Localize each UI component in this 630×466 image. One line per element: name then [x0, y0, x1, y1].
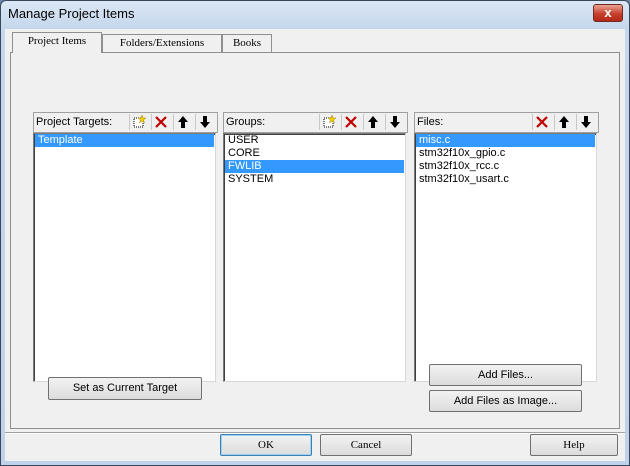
delete-file-button[interactable] [532, 114, 551, 130]
files-label: Files: [417, 116, 444, 128]
move-down-icon [390, 116, 400, 128]
groups-label: Groups: [226, 116, 266, 128]
add-files-button[interactable]: Add Files... [429, 364, 582, 386]
groups-header: Groups: [223, 112, 408, 133]
dialog-window: Manage Project Items x Project Items Fol… [0, 0, 630, 466]
delete-icon [536, 116, 548, 128]
groups-pane: Groups: USER CORE FWLIB SYSTEM [223, 112, 408, 383]
move-file-up-button[interactable] [554, 114, 573, 130]
groups-list[interactable]: USER CORE FWLIB SYSTEM [223, 133, 406, 382]
files-pane: Files: misc.c stm32f10x_gpio.c stm32f10x… [414, 112, 599, 383]
list-item[interactable]: misc.c [416, 134, 595, 147]
list-item[interactable]: FWLIB [225, 160, 404, 173]
move-up-icon [178, 116, 188, 128]
tab-project-items[interactable]: Project Items [12, 32, 102, 53]
tab-label: Project Items [27, 35, 87, 47]
move-target-up-button[interactable] [173, 114, 192, 130]
move-up-icon [559, 116, 569, 128]
project-targets-pane: Project Targets: Template [33, 112, 218, 383]
button-label: Add Files as Image... [453, 395, 558, 407]
files-header: Files: [414, 112, 599, 133]
delete-icon [345, 116, 357, 128]
project-targets-header: Project Targets: [33, 112, 218, 133]
tab-label: Books [232, 37, 262, 49]
move-down-icon [200, 116, 210, 128]
button-label: Cancel [350, 439, 382, 451]
button-label: OK [258, 439, 274, 451]
list-item[interactable]: stm32f10x_rcc.c [416, 160, 595, 173]
move-target-down-button[interactable] [195, 114, 214, 130]
list-item[interactable]: CORE [225, 147, 404, 160]
button-label: Set as Current Target [72, 382, 178, 394]
list-item[interactable]: Template [35, 134, 214, 147]
move-up-icon [368, 116, 378, 128]
tab-label: Folders/Extensions [119, 37, 205, 49]
delete-group-button[interactable] [341, 114, 360, 130]
list-item[interactable]: stm32f10x_gpio.c [416, 147, 595, 160]
close-icon: x [604, 5, 612, 20]
project-targets-list[interactable]: Template [33, 133, 216, 382]
new-item-icon [323, 115, 336, 128]
ok-button[interactable]: OK [220, 434, 312, 456]
new-group-button[interactable] [319, 114, 338, 130]
close-button[interactable]: x [593, 4, 623, 22]
tab-panel-project-items: Project Targets: Template Groups: USER C… [10, 52, 620, 429]
list-item[interactable]: SYSTEM [225, 173, 404, 186]
delete-icon [155, 116, 167, 128]
list-item[interactable]: stm32f10x_usart.c [416, 173, 595, 186]
title-bar[interactable]: Manage Project Items x [1, 1, 629, 29]
dialog-client: Project Items Folders/Extensions Books P… [5, 29, 625, 461]
cancel-button[interactable]: Cancel [320, 434, 412, 456]
project-targets-label: Project Targets: [36, 116, 113, 128]
add-files-as-image-button[interactable]: Add Files as Image... [429, 390, 582, 412]
new-item-icon [133, 115, 146, 128]
button-label: Add Files... [477, 369, 534, 381]
files-list[interactable]: misc.c stm32f10x_gpio.c stm32f10x_rcc.c … [414, 133, 597, 382]
help-button[interactable]: Help [530, 434, 618, 456]
move-file-down-button[interactable] [576, 114, 595, 130]
move-down-icon [581, 116, 591, 128]
button-label: Help [563, 439, 585, 451]
list-item[interactable]: USER [225, 134, 404, 147]
move-group-down-button[interactable] [385, 114, 404, 130]
tab-books[interactable]: Books [222, 34, 272, 53]
delete-target-button[interactable] [151, 114, 170, 130]
window-title: Manage Project Items [8, 6, 135, 21]
set-as-current-target-button[interactable]: Set as Current Target [48, 377, 202, 400]
new-target-button[interactable] [129, 114, 148, 130]
move-group-up-button[interactable] [363, 114, 382, 130]
tab-folders-extensions[interactable]: Folders/Extensions [102, 34, 222, 53]
